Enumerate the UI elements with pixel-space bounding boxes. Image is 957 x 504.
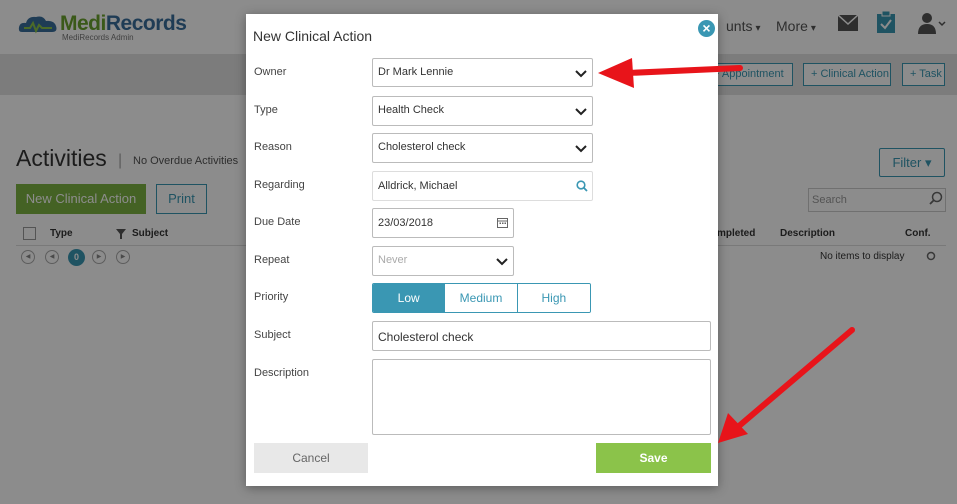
chevron-down-icon	[575, 108, 587, 116]
priority-low-button[interactable]: Low	[373, 284, 446, 312]
reason-select[interactable]: Cholesterol check	[372, 133, 593, 163]
chevron-down-icon	[575, 70, 587, 78]
type-select[interactable]: Health Check	[372, 96, 593, 126]
search-icon[interactable]	[576, 180, 588, 192]
repeat-label: Repeat	[254, 254, 290, 266]
repeat-value: Never	[378, 254, 408, 266]
regarding-label: Regarding	[254, 179, 305, 191]
dialog-title: New Clinical Action	[253, 28, 373, 44]
owner-value: Dr Mark Lennie	[378, 66, 454, 78]
new-clinical-action-dialog: New Clinical Action × Owner Dr Mark Lenn…	[246, 14, 718, 486]
owner-select[interactable]: Dr Mark Lennie	[372, 58, 593, 87]
repeat-select[interactable]: Never	[372, 246, 514, 276]
description-label: Description	[254, 367, 310, 379]
regarding-value: Alldrick, Michael	[378, 180, 458, 192]
due-date-input[interactable]: 23/03/2018	[372, 208, 514, 238]
description-textarea[interactable]	[372, 359, 711, 435]
close-icon[interactable]: ×	[698, 20, 715, 37]
subject-label: Subject	[254, 329, 291, 341]
chevron-down-icon	[496, 258, 508, 266]
type-label: Type	[254, 104, 278, 116]
due-date-value: 23/03/2018	[378, 217, 434, 229]
cancel-button[interactable]: Cancel	[254, 443, 368, 473]
priority-label: Priority	[254, 291, 289, 303]
owner-label: Owner	[254, 66, 287, 78]
subject-input[interactable]: Cholesterol check	[372, 321, 711, 351]
calendar-icon[interactable]	[497, 217, 508, 228]
regarding-field[interactable]: Alldrick, Michael	[372, 171, 593, 201]
reason-label: Reason	[254, 141, 292, 153]
chevron-down-icon	[575, 145, 587, 153]
subject-value: Cholesterol check	[378, 330, 474, 344]
save-button[interactable]: Save	[596, 443, 711, 473]
priority-medium-button[interactable]: Medium	[445, 284, 518, 312]
priority-toggle-group: Low Medium High	[372, 283, 591, 313]
type-value: Health Check	[378, 104, 445, 116]
reason-value: Cholesterol check	[378, 141, 466, 153]
due-date-label: Due Date	[254, 216, 301, 228]
priority-high-button[interactable]: High	[517, 284, 590, 312]
